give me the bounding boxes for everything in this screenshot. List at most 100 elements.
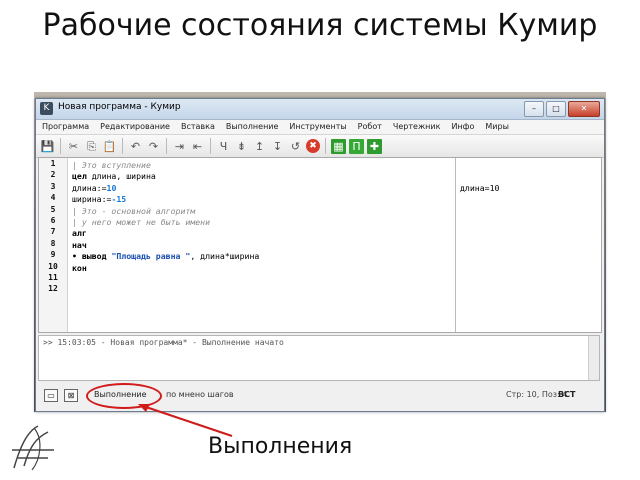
status-insert-mode: ВСТ [558,390,576,399]
step-into-icon[interactable]: ↥ [252,139,267,154]
redo-icon[interactable]: ↷ [146,139,161,154]
code-line[interactable]: цел длина, ширина [72,171,455,182]
menu-edit[interactable]: Редактирование [100,120,170,134]
line-number: 9 [50,250,56,260]
code-line[interactable]: • вывод "Площадь равна ", длина*ширина [72,251,455,262]
code-line[interactable]: | Это - основной алгоритм [72,206,455,217]
line-number: 12 [48,284,58,294]
line-number: 1 [50,159,56,168]
menu-robot[interactable]: Робот [358,120,382,134]
minimize-button[interactable]: – [524,101,544,117]
code-line[interactable]: длина:=10 [72,183,455,194]
grid-icon[interactable]: ▦ [331,138,346,154]
run-icon[interactable]: Ч [216,139,231,154]
step-icon[interactable]: ⇟ [234,139,249,154]
close-button[interactable]: ✕ [568,101,600,117]
line-number: 7 [50,227,56,237]
code-token: кон [72,262,87,273]
code-token: "Площадь равна " [111,251,191,262]
line-number: 4 [50,193,56,203]
code-token: -15 [111,194,127,205]
monogram-logo [12,425,54,471]
margin-line: длина=10 [460,182,500,193]
code-token: цел [72,171,92,182]
margin-output: длина=10 [456,158,601,332]
margin-line [460,285,601,296]
line-number: 2 [50,170,56,180]
code-token: , длина*ширина [190,251,260,262]
copy-icon[interactable]: ⎘ [84,139,99,154]
console-scrollbar[interactable] [588,336,599,380]
code-token: длина:= [72,182,107,193]
p-icon[interactable]: П [349,138,364,154]
toolbar-separator [325,138,326,154]
step-back-icon[interactable]: ↺ [288,139,303,154]
margin-line [460,160,601,171]
maximize-button[interactable]: □ [546,101,566,117]
code-line[interactable] [72,285,455,296]
code-line[interactable]: ширина:=-15 [72,194,455,205]
code-token: алг [72,228,87,239]
code-line[interactable]: | у него может не быть имени [72,217,455,228]
title-bar[interactable]: K Новая программа - Кумир – □ ✕ [36,99,604,120]
code-token: | у него может не быть имени [72,216,211,227]
menu-tools[interactable]: Инструменты [289,120,346,134]
paste-icon[interactable]: 📋 [102,139,117,154]
kumir-window: K Новая программа - Кумир – □ ✕ Программ… [35,98,605,412]
margin-line [460,194,601,205]
undo-icon[interactable]: ↶ [128,139,143,154]
code-token: 10 [106,182,117,193]
menu-worlds[interactable]: Миры [485,120,509,134]
code-line[interactable]: кон [72,263,455,274]
status-steps: по мнено шагов [166,390,234,399]
code-line[interactable]: нач [72,240,455,251]
code-line[interactable]: алг [72,228,455,239]
indent-icon[interactable]: ⇥ [172,139,187,154]
cut-icon[interactable]: ✂ [66,139,81,154]
menu-run[interactable]: Выполнение [226,120,279,134]
margin-line [460,274,601,285]
menu-info[interactable]: Инфо [451,120,474,134]
slide-title: Рабочие состояния системы Кумир [42,8,598,43]
code-line[interactable]: | Это вступление [72,160,455,171]
menu-insert[interactable]: Вставка [181,120,215,134]
code-editor[interactable]: | Это вступление цел длина, ширина длина:=… [68,158,456,332]
cross-grid-icon[interactable]: ✚ [367,138,382,154]
menu-program[interactable]: Программа [42,120,89,134]
margin-line [460,206,601,217]
code-line[interactable] [72,274,455,285]
unindent-icon[interactable]: ⇤ [190,139,205,154]
line-number: 11 [48,272,58,282]
margin-line [460,228,601,239]
kumir-app-icon: K [40,102,53,115]
code-token: длина, ширина [91,171,156,182]
toolbar-separator [122,138,123,154]
menu-drawer[interactable]: Чертежник [393,120,441,134]
margin-line [460,251,601,262]
line-number: 6 [50,215,56,225]
close-status-icon[interactable]: ⊠ [64,388,78,402]
line-number: 5 [50,204,56,214]
console-line: >> 15:03:05 - Новая программа* - Выполне… [43,338,284,347]
code-token: • вывод [72,251,112,262]
code-token: нач [72,239,87,250]
output-console[interactable]: >> 15:03:05 - Новая программа* - Выполне… [38,335,600,381]
editor-area: 1 2 3 4 5 6 7 8 9 10 11 12 | Это вступление цел длин… [38,157,602,333]
save-icon[interactable]: 💾 [40,139,55,154]
toolbar-separator [166,138,167,154]
window-title: Новая программа - Кумир [58,102,181,112]
toolbar-separator [210,138,211,154]
line-number: 8 [50,238,56,248]
toolbar: 💾 ✂ ⎘ 📋 ↶ ↷ ⇥ ⇤ Ч ⇟ ↥ ↧ ↺ ✖ ▦ П ✚ [36,135,604,158]
code-token: ширина:= [72,194,112,205]
stop-icon[interactable]: ✖ [306,139,320,153]
margin-line [460,263,601,274]
code-token: | Это - основной алгоритм [72,205,196,216]
margin-line [460,240,601,251]
step-out-icon[interactable]: ↧ [270,139,285,154]
line-number: 3 [50,181,56,191]
caption-label: Выполнения [208,434,353,459]
highlight-oval [86,383,162,409]
save-status-icon[interactable]: ▭ [44,388,58,402]
menu-bar: Программа Редактирование Вставка Выполне… [36,120,604,135]
